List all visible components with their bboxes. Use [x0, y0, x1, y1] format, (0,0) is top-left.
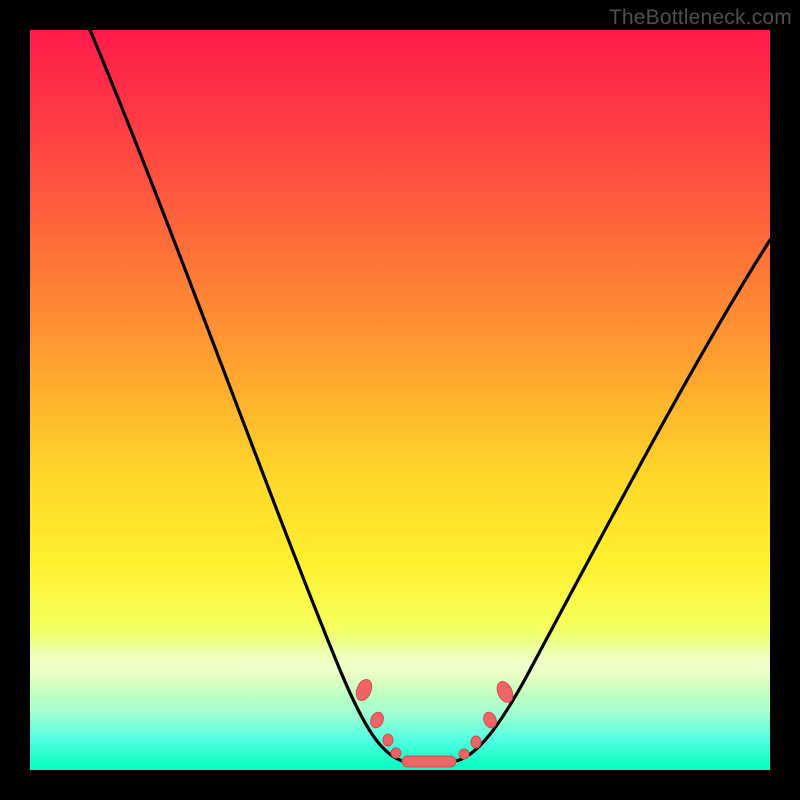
watermark-text: TheBottleneck.com	[609, 6, 792, 30]
severity-gradient	[30, 30, 770, 770]
chart-frame: TheBottleneck.com	[0, 0, 800, 800]
plot-area	[30, 30, 770, 770]
